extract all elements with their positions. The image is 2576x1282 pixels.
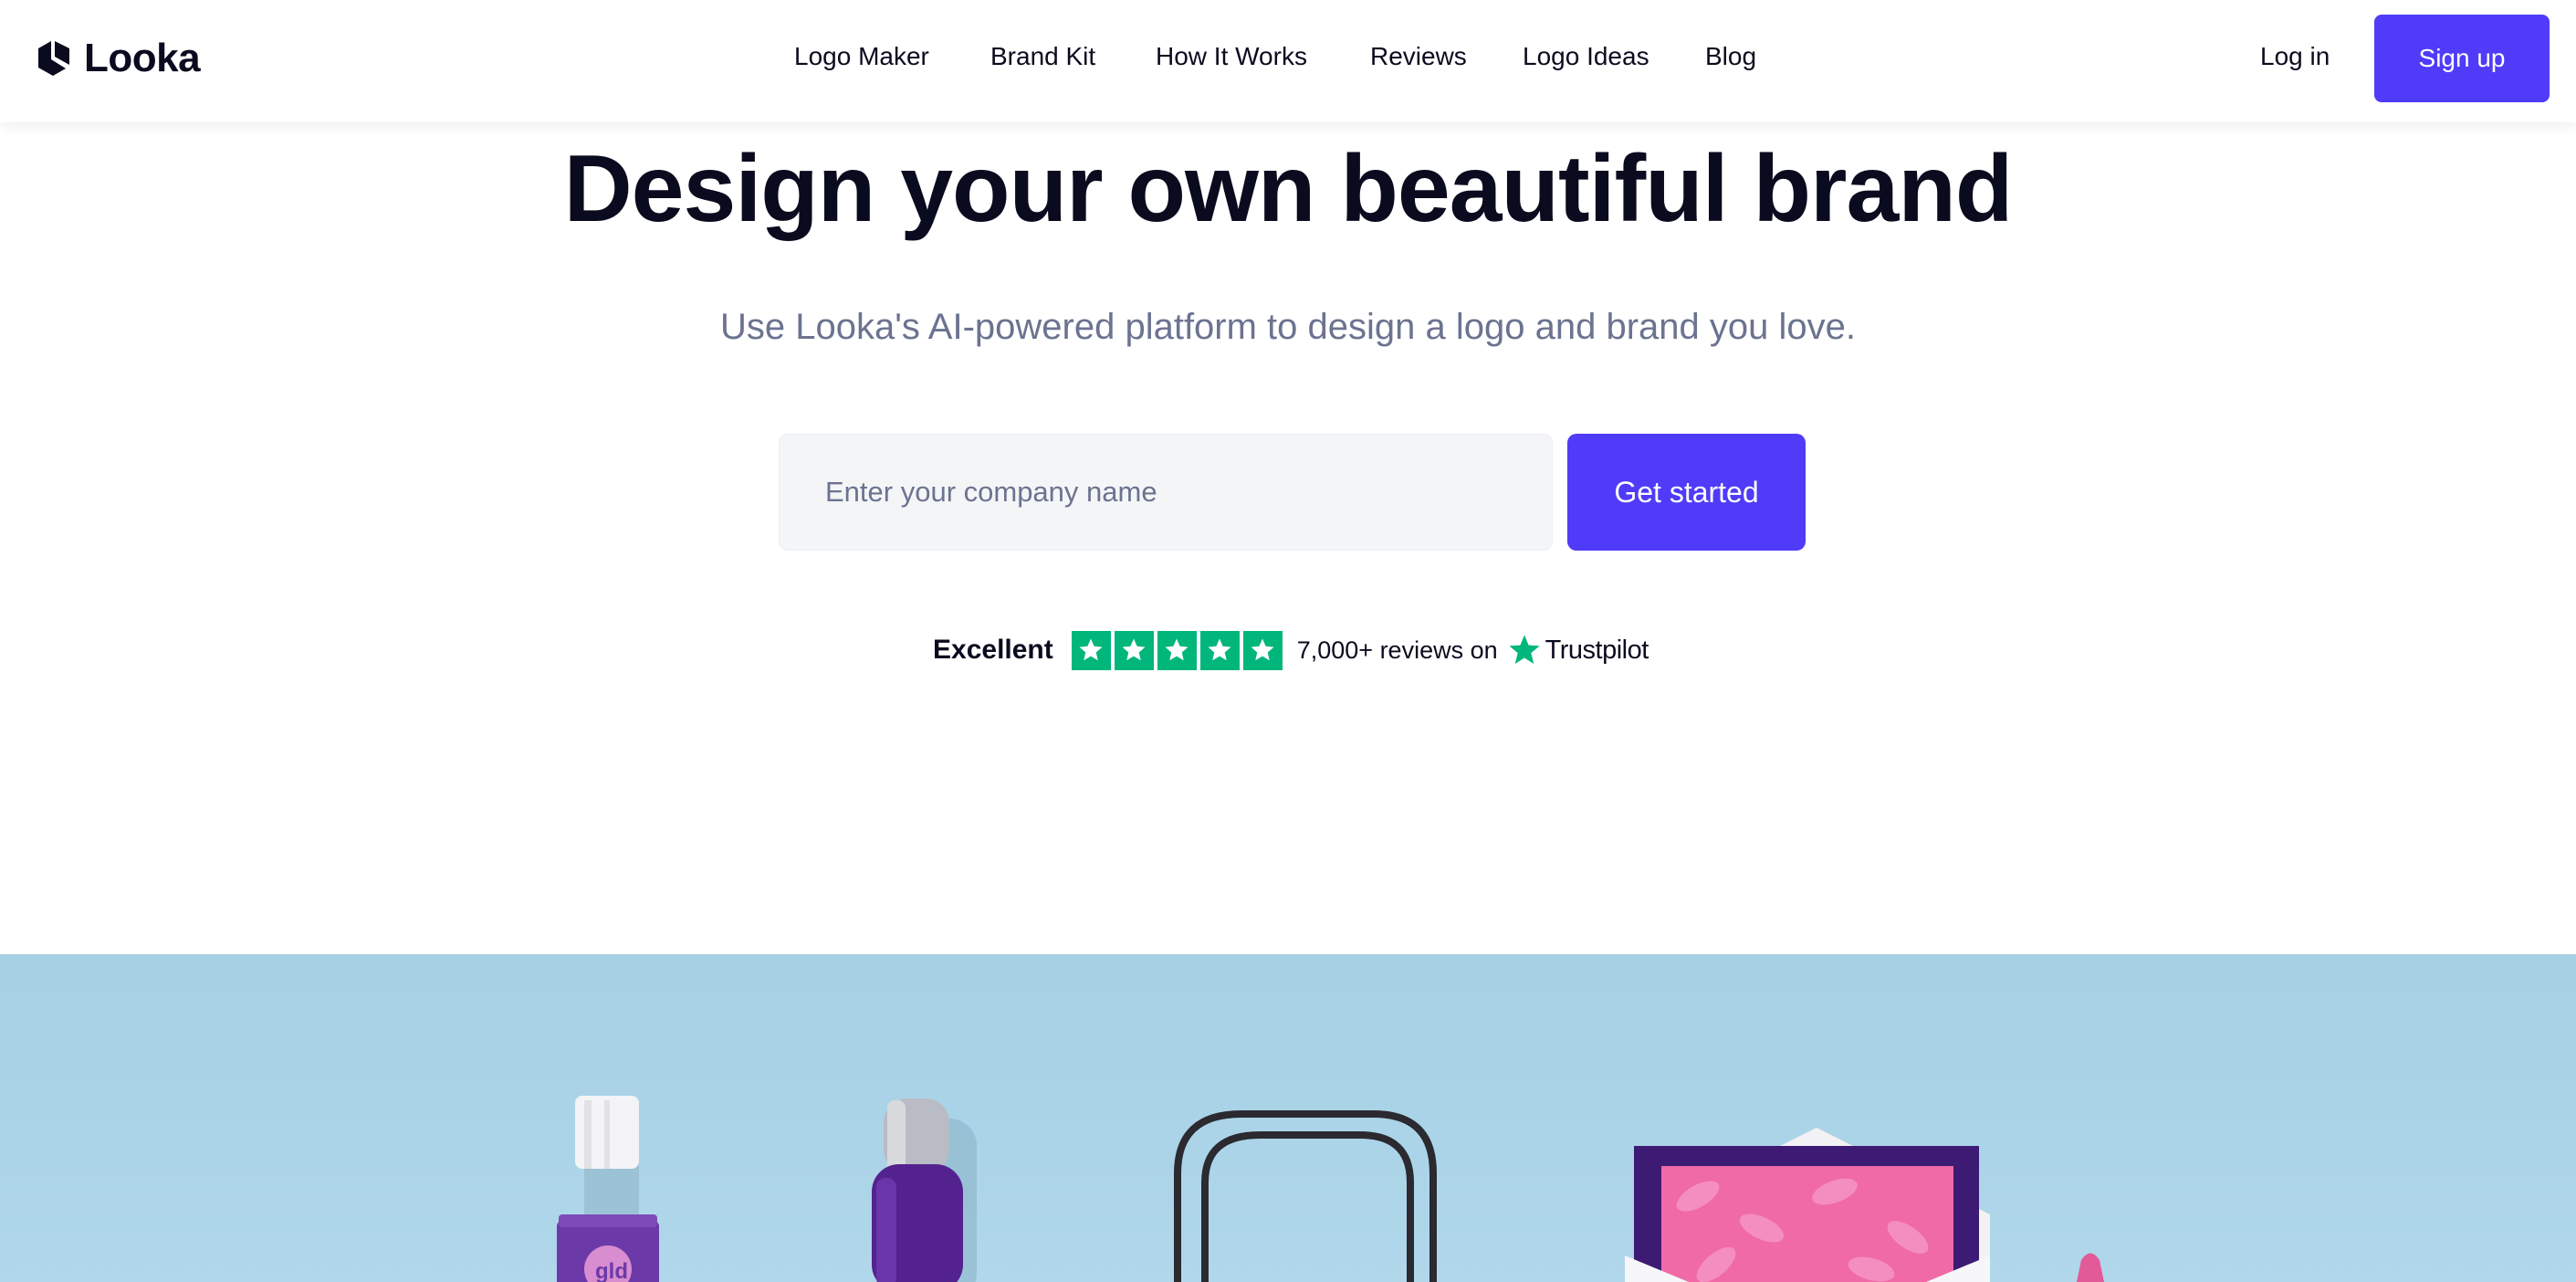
trustpilot-widget[interactable]: Excellent 7,000+ reviews on Trustpilot <box>933 628 1649 672</box>
trustpilot-brand: Trustpilot <box>1545 635 1649 665</box>
trustpilot-star-icon <box>1507 633 1542 667</box>
looka-logo[interactable]: Looka <box>33 35 201 82</box>
company-name-field[interactable] <box>779 434 1553 551</box>
envelope-card <box>1625 1128 1990 1282</box>
star-icon <box>1242 630 1283 670</box>
hero-subtitle: Use Looka's AI-powered platform to desig… <box>720 307 1856 347</box>
nav-item-logo-maker[interactable]: Logo Maker <box>794 42 929 71</box>
brand-name: Looka <box>84 36 201 80</box>
svg-text:gld: gld <box>595 1259 628 1282</box>
star-icon <box>1114 630 1154 670</box>
spray-bottle <box>872 1098 977 1282</box>
nav-item-logo-ideas[interactable]: Logo Ideas <box>1523 42 1649 71</box>
star-icon <box>1071 630 1111 670</box>
product-mockups-illustration: gld <box>557 1096 2104 1282</box>
hero-title: Design your own beautiful brand <box>563 136 2014 242</box>
star-icon <box>1157 630 1197 670</box>
shopping-bag <box>1174 1110 1437 1282</box>
trustpilot-rating-label: Excellent <box>933 635 1053 665</box>
nav-item-brand-kit[interactable]: Brand Kit <box>990 42 1095 71</box>
site-header: Looka Logo Maker Brand Kit How It Works … <box>0 0 2576 122</box>
brand-products-photo: gld <box>0 954 2576 1282</box>
nav-item-blog[interactable]: Blog <box>1705 42 1756 71</box>
nav-item-how-it-works[interactable]: How It Works <box>1156 42 1307 71</box>
signup-button[interactable]: Sign up <box>2374 15 2550 102</box>
star-icon <box>1199 630 1240 670</box>
trustpilot-stars <box>1071 630 1283 670</box>
login-link[interactable]: Log in <box>2260 42 2330 71</box>
nail-polish-bottle: gld <box>557 1096 659 1282</box>
lipstick <box>2077 1253 2104 1282</box>
company-name-input[interactable] <box>825 476 1552 509</box>
nav-item-reviews[interactable]: Reviews <box>1370 42 1467 71</box>
looka-hexagon-logo-icon <box>38 41 69 76</box>
get-started-button[interactable]: Get started <box>1567 434 1806 551</box>
trustpilot-reviews-count: 7,000+ reviews on <box>1296 636 1498 664</box>
